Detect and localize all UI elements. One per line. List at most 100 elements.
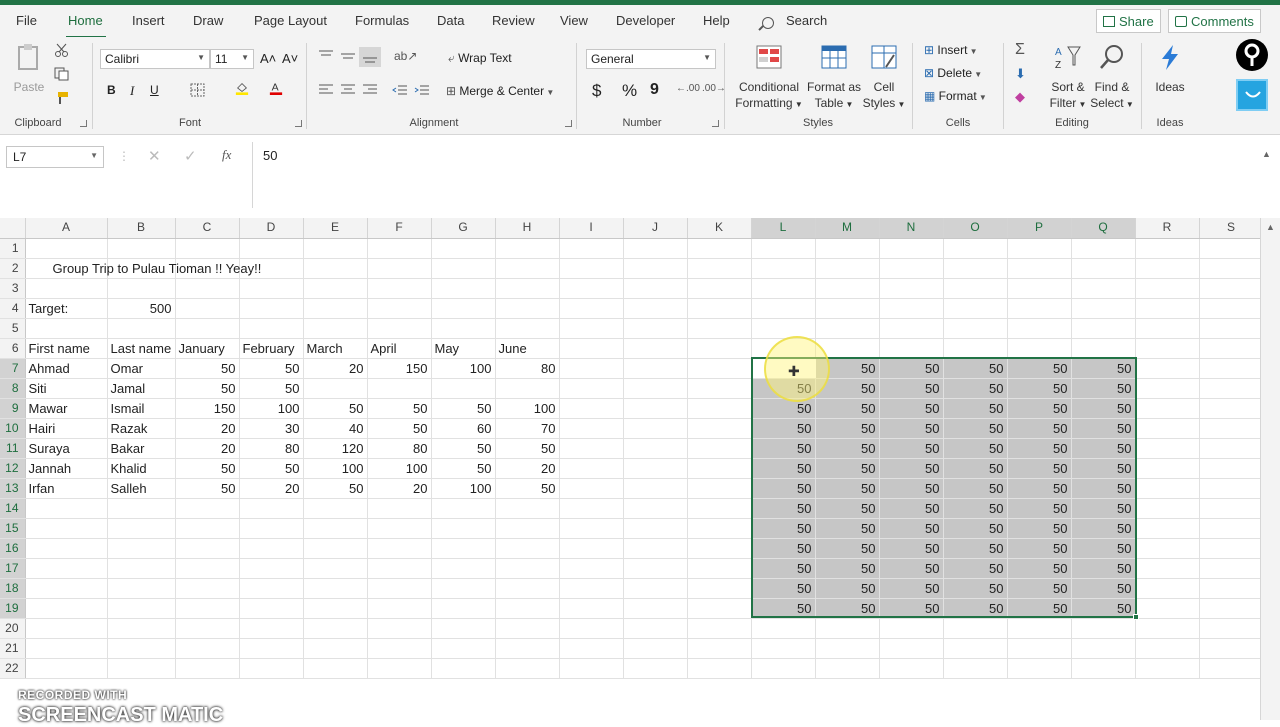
cell-s14[interactable] [1199,498,1260,519]
cell-a16[interactable] [25,538,108,559]
cell-m22[interactable] [815,658,880,679]
cell-g19[interactable] [431,598,496,619]
cell-p11[interactable]: 50 [1007,438,1072,459]
cell-m17[interactable]: 50 [815,558,880,579]
cell-r8[interactable] [1135,378,1200,399]
cell-f10[interactable]: 50 [367,418,432,439]
cell-h19[interactable] [495,598,560,619]
cell-j20[interactable] [623,618,688,639]
cell-l12[interactable]: 50 [751,458,816,479]
fill-icon[interactable]: ⬇ [1015,66,1026,82]
cell-g16[interactable] [431,538,496,559]
cell-i10[interactable] [559,418,624,439]
tab-insert[interactable]: Insert [132,13,165,28]
cell-q10[interactable]: 50 [1071,418,1136,439]
cell-d20[interactable] [239,618,304,639]
cell-k21[interactable] [687,638,752,659]
row-header[interactable]: 7 [0,358,26,379]
cell-i9[interactable] [559,398,624,419]
cell-d15[interactable] [239,518,304,539]
row-header[interactable]: 20 [0,618,26,639]
cell-q15[interactable]: 50 [1071,518,1136,539]
cell-q13[interactable]: 50 [1071,478,1136,499]
conditional-formatting-button[interactable]: Conditional Formatting ▼ [734,43,804,113]
column-header-g[interactable]: G [431,218,496,239]
cell-q17[interactable]: 50 [1071,558,1136,579]
cell-s22[interactable] [1199,658,1260,679]
column-header-o[interactable]: O [943,218,1008,239]
cell-n20[interactable] [879,618,944,639]
cell-i6[interactable] [559,338,624,359]
cell-f2[interactable] [367,258,432,279]
cell-g7[interactable]: 100 [431,358,496,379]
cell-f5[interactable] [367,318,432,339]
cell-d19[interactable] [239,598,304,619]
cell-g18[interactable] [431,578,496,599]
cell-b1[interactable] [107,238,176,259]
formula-input[interactable]: 50 [252,142,1260,208]
cell-a6[interactable]: First name [25,338,108,359]
cell-i3[interactable] [559,278,624,299]
cell-g4[interactable] [431,298,496,319]
cell-k13[interactable] [687,478,752,499]
collapse-formula-bar-icon[interactable]: ▲ [1262,149,1271,159]
cell-j22[interactable] [623,658,688,679]
cell-q6[interactable] [1071,338,1136,359]
cell-f21[interactable] [367,638,432,659]
cell-d10[interactable]: 30 [239,418,304,439]
cell-c17[interactable] [175,558,240,579]
cell-s19[interactable] [1199,598,1260,619]
cell-a3[interactable] [25,278,108,299]
cell-c12[interactable]: 50 [175,458,240,479]
column-header-j[interactable]: J [623,218,688,239]
cell-n11[interactable]: 50 [879,438,944,459]
cell-a14[interactable] [25,498,108,519]
tab-help[interactable]: Help [703,13,730,28]
cell-d22[interactable] [239,658,304,679]
font-color-icon[interactable]: A [268,81,284,95]
cell-e18[interactable] [303,578,368,599]
format-painter-icon[interactable] [54,91,70,105]
cell-i1[interactable] [559,238,624,259]
cell-a19[interactable] [25,598,108,619]
cell-k7[interactable] [687,358,752,379]
cell-e8[interactable] [303,378,368,399]
cell-i12[interactable] [559,458,624,479]
cell-s9[interactable] [1199,398,1260,419]
font-size-select[interactable]: 11 ▼ [210,49,254,69]
cell-k2[interactable] [687,258,752,279]
cell-r3[interactable] [1135,278,1200,299]
cell-r4[interactable] [1135,298,1200,319]
cell-f4[interactable] [367,298,432,319]
cell-r19[interactable] [1135,598,1200,619]
cell-b8[interactable]: Jamal [107,378,176,399]
cell-m5[interactable] [815,318,880,339]
cell-q9[interactable]: 50 [1071,398,1136,419]
cell-h16[interactable] [495,538,560,559]
cell-p12[interactable]: 50 [1007,458,1072,479]
cell-g14[interactable] [431,498,496,519]
cell-f9[interactable]: 50 [367,398,432,419]
cell-b15[interactable] [107,518,176,539]
cell-r9[interactable] [1135,398,1200,419]
cell-l1[interactable] [751,238,816,259]
cell-n21[interactable] [879,638,944,659]
cell-e7[interactable]: 20 [303,358,368,379]
cell-l4[interactable] [751,298,816,319]
cell-s18[interactable] [1199,578,1260,599]
enter-icon[interactable]: ✓ [184,147,197,165]
cell-e3[interactable] [303,278,368,299]
cell-m9[interactable]: 50 [815,398,880,419]
cell-d18[interactable] [239,578,304,599]
merge-center-button[interactable]: ⊞ Merge & Center ▼ [446,84,554,98]
cell-c5[interactable] [175,318,240,339]
cell-q20[interactable] [1071,618,1136,639]
scroll-up-icon[interactable]: ▲ [1266,222,1275,232]
cell-q18[interactable]: 50 [1071,578,1136,599]
decrease-indent-icon[interactable] [392,83,408,97]
cell-l19[interactable]: 50 [751,598,816,619]
alignment-launcher-icon[interactable] [565,120,572,127]
cell-a9[interactable]: Mawar [25,398,108,419]
align-left-icon[interactable] [318,83,334,97]
cell-f13[interactable]: 20 [367,478,432,499]
